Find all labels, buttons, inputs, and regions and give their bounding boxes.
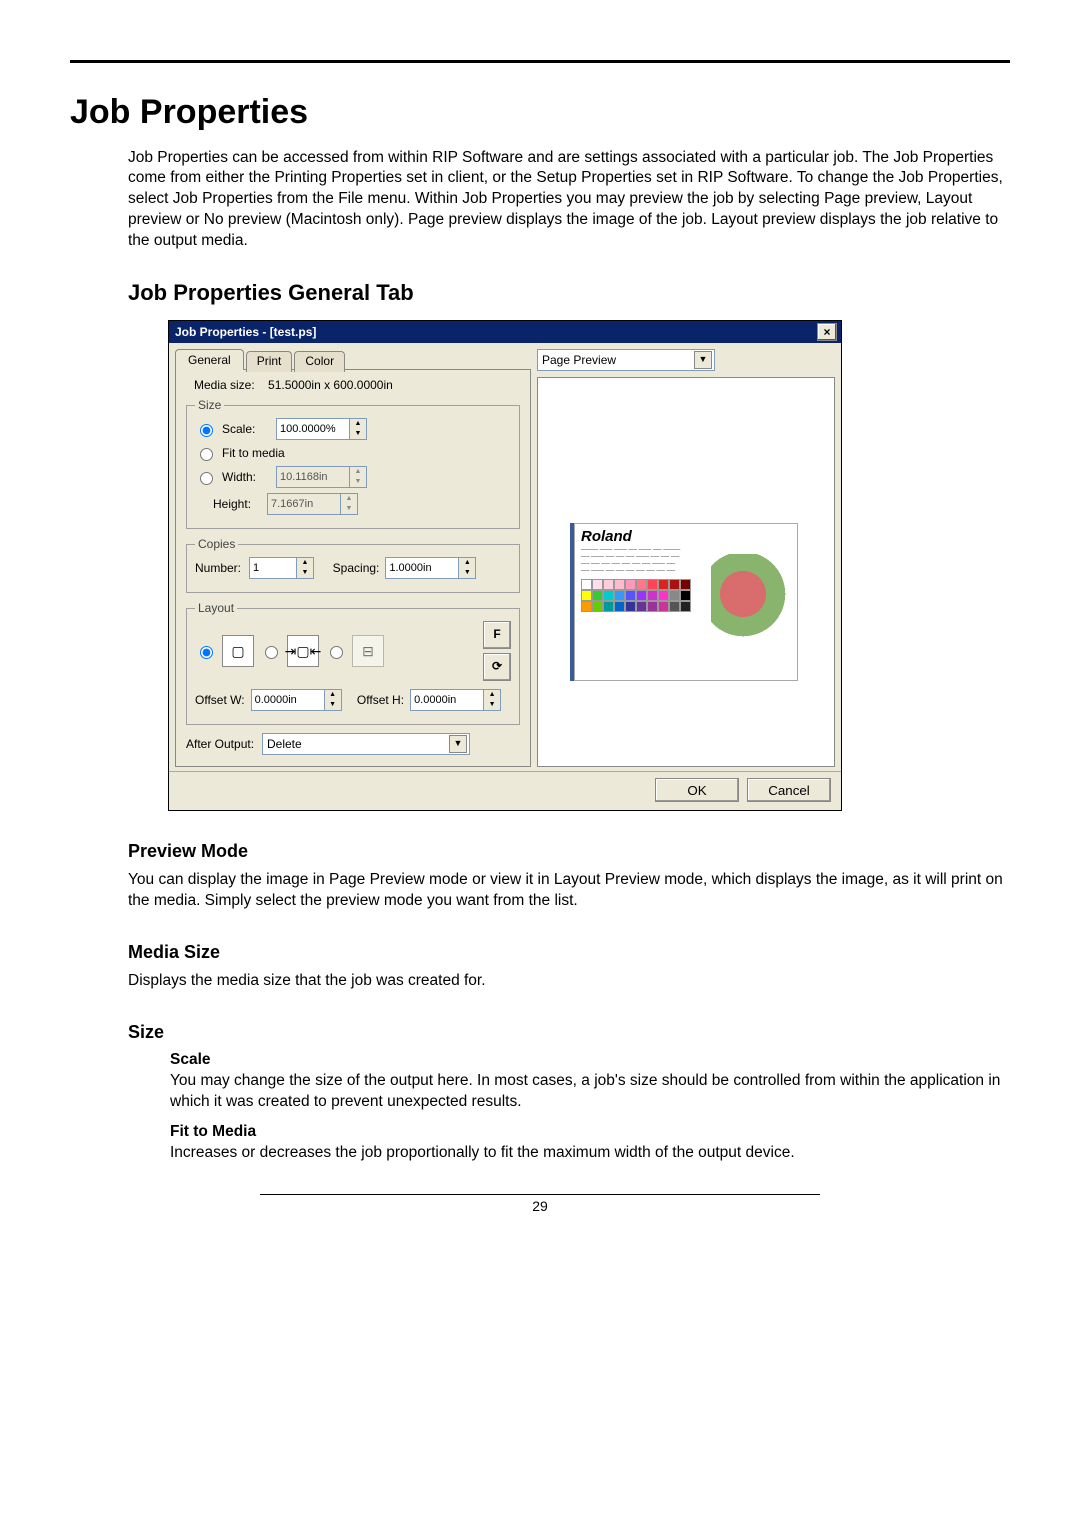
layout-legend: Layout — [195, 601, 237, 615]
size-legend: Size — [195, 398, 224, 412]
rotate-button[interactable]: ⟳ — [483, 653, 511, 681]
preview-area: Roland ──── ─── ─── ── ─── ── ──── ── ──… — [537, 377, 835, 767]
media-size-heading: Media Size — [128, 942, 1010, 963]
ok-button[interactable]: OK — [655, 778, 739, 802]
size-group: Size Scale: ▲▼ Fit to media — [186, 398, 520, 529]
media-size-label: Media size: — [194, 378, 255, 392]
page-title: Job Properties — [70, 93, 1010, 132]
fit-label: Fit to media — [222, 446, 285, 460]
job-properties-dialog: Job Properties - [test.ps] × General Pri… — [168, 320, 842, 811]
preview-mode-value: Page Preview — [542, 353, 616, 367]
flip-button[interactable]: F — [483, 621, 511, 649]
after-output-select[interactable]: Delete ▼ — [262, 733, 470, 755]
layout-group: Layout ▢ ⇥▢⇤ ⊟ F ⟳ — [186, 601, 520, 725]
cancel-button[interactable]: Cancel — [747, 778, 831, 802]
offsetw-label: Offset W: — [195, 693, 245, 707]
color-swatches — [581, 579, 691, 612]
width-label: Width: — [222, 470, 270, 484]
scale-input[interactable] — [277, 419, 349, 439]
scale-label: Scale: — [222, 422, 270, 436]
height-input — [268, 494, 340, 514]
number-input[interactable] — [250, 558, 296, 578]
tab-general[interactable]: General — [175, 349, 244, 370]
spacing-input[interactable] — [386, 558, 458, 578]
preview-mode-heading: Preview Mode — [128, 841, 1010, 862]
width-radio[interactable] — [200, 472, 213, 485]
copies-group: Copies Number: ▲▼ Spacing: ▲▼ — [186, 537, 520, 593]
tab-color[interactable]: Color — [294, 351, 345, 372]
preview-brand: Roland — [581, 528, 791, 545]
section-heading: Job Properties General Tab — [128, 280, 1010, 306]
intro-paragraph: Job Properties can be accessed from with… — [128, 148, 1010, 253]
offseth-label: Offset H: — [357, 693, 404, 707]
scale-radio[interactable] — [200, 424, 213, 437]
page-number: 29 — [260, 1194, 820, 1214]
offseth-input[interactable] — [411, 690, 483, 710]
chevron-down-icon[interactable]: ▼ — [449, 735, 467, 753]
layout-option-3[interactable]: ⊟ — [352, 635, 384, 667]
media-size-text: Displays the media size that the job was… — [128, 971, 1010, 992]
number-spinner[interactable]: ▲▼ — [249, 557, 314, 579]
offseth-spinner[interactable]: ▲▼ — [410, 689, 501, 711]
spacing-label: Spacing: — [333, 561, 380, 575]
copies-legend: Copies — [195, 537, 238, 551]
layout-radio-2[interactable] — [265, 646, 278, 659]
fit-text: Increases or decreases the job proportio… — [170, 1143, 1010, 1164]
preview-mode-text: You can display the image in Page Previe… — [128, 870, 1010, 912]
height-label: Height: — [213, 497, 261, 511]
layout-option-1[interactable]: ▢ — [222, 635, 254, 667]
spacing-spinner[interactable]: ▲▼ — [385, 557, 476, 579]
offsetw-spinner[interactable]: ▲▼ — [251, 689, 342, 711]
media-size-value: 51.5000in x 600.0000in — [268, 378, 393, 392]
dialog-title: Job Properties - [test.ps] — [175, 325, 316, 339]
preview-thumbnail: Roland ──── ─── ─── ── ─── ── ──── ── ──… — [574, 523, 798, 681]
scale-spinner[interactable]: ▲▼ — [276, 418, 367, 440]
number-label: Number: — [195, 561, 243, 575]
height-spinner: ▲▼ — [267, 493, 358, 515]
layout-radio-3[interactable] — [330, 646, 343, 659]
scale-text: You may change the size of the output he… — [170, 1071, 1010, 1113]
fit-subheading: Fit to Media — [170, 1123, 1010, 1141]
after-output-label: After Output: — [186, 737, 256, 751]
tab-print[interactable]: Print — [246, 351, 293, 372]
offsetw-input[interactable] — [252, 690, 324, 710]
width-input — [277, 467, 349, 487]
size-heading: Size — [128, 1022, 1010, 1043]
width-spinner: ▲▼ — [276, 466, 367, 488]
scale-subheading: Scale — [170, 1051, 1010, 1069]
fit-radio[interactable] — [200, 448, 213, 461]
chevron-down-icon[interactable]: ▼ — [694, 351, 712, 369]
after-output-value: Delete — [267, 737, 302, 751]
close-button[interactable]: × — [817, 323, 837, 341]
layout-option-2[interactable]: ⇥▢⇤ — [287, 635, 319, 667]
preview-mode-select[interactable]: Page Preview ▼ — [537, 349, 715, 371]
layout-radio-1[interactable] — [200, 646, 213, 659]
preview-image-icon — [711, 554, 791, 654]
